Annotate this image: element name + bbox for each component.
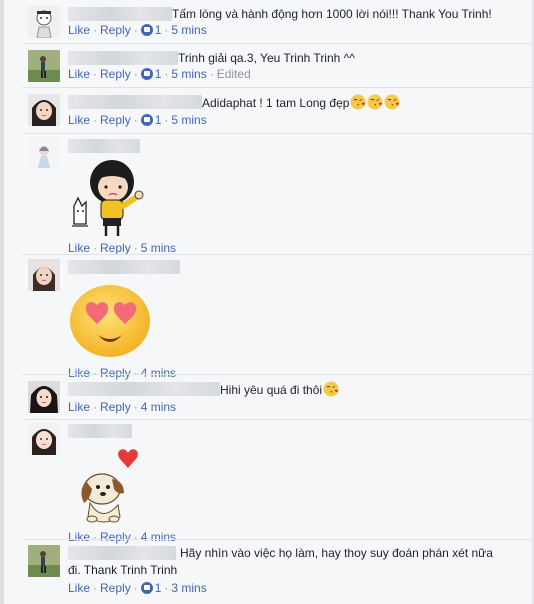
timestamp[interactable]: 5 mins <box>141 241 176 255</box>
divider <box>22 87 532 88</box>
divider <box>22 133 532 134</box>
like-reaction-icon[interactable] <box>140 114 153 126</box>
like-link[interactable]: Like <box>68 23 90 37</box>
reply-link[interactable]: Reply <box>100 67 131 81</box>
timestamp[interactable]: 4 mins <box>141 530 176 544</box>
timestamp[interactable]: 5 mins <box>171 67 206 81</box>
reply-link[interactable]: Reply <box>100 23 131 37</box>
reply-link[interactable]: Reply <box>100 113 131 127</box>
heart-eyes-emoji-icon <box>70 285 150 357</box>
blurred-author-name[interactable] <box>68 260 180 274</box>
avatar[interactable] <box>28 423 60 455</box>
comment-actions: Like · Reply · 1 · 5 mins · Edited <box>68 67 251 81</box>
like-reaction-icon[interactable] <box>140 582 153 594</box>
comment-item: Hihi yêu quá đi thôi Like · Reply · 4 mins <box>28 381 526 417</box>
comment-actions: Like · Reply · 1 · 5 mins <box>68 113 207 127</box>
comment-text: Trinh giải qa.3, Yeu Trinh Trinh ^^ <box>178 51 355 65</box>
reply-link[interactable]: Reply <box>100 530 131 544</box>
divider <box>22 43 532 44</box>
kiss-emoji-icon <box>323 381 339 397</box>
avatar[interactable] <box>28 6 60 38</box>
comment-actions: Like · Reply · 1 · 5 mins <box>68 23 207 37</box>
blurred-author-name[interactable] <box>68 546 176 560</box>
comment-actions: Like · Reply · 4 mins <box>68 366 177 380</box>
comment-item: Hãy nhìn vào việc họ làm, hay thoy suy đ… <box>28 545 526 601</box>
avatar[interactable] <box>28 94 60 126</box>
comment-item: Like · Reply · 4 mins <box>28 259 526 380</box>
kiss-emoji-icon <box>367 94 383 110</box>
avatar[interactable] <box>28 259 60 291</box>
comment-text: Adidaphat ! 1 tam Long đẹp <box>202 96 350 110</box>
comment-item: Adidaphat ! 1 tam Long đẹp Like · Reply · 1 ·… <box>28 94 526 130</box>
like-link[interactable]: Like <box>68 67 90 81</box>
like-link[interactable]: Like <box>68 366 90 380</box>
comment-actions: Like · Reply · 1 · 3 mins <box>68 581 207 595</box>
avatar[interactable] <box>28 545 60 577</box>
comment-actions: Like · Reply · 4 mins <box>68 530 177 544</box>
kiss-emoji-icon <box>350 94 366 110</box>
timestamp[interactable]: 4 mins <box>141 400 176 414</box>
reply-link[interactable]: Reply <box>100 400 131 414</box>
blurred-author-name[interactable] <box>68 51 178 65</box>
like-link[interactable]: Like <box>68 581 90 595</box>
blurred-author-name[interactable] <box>68 424 132 438</box>
like-reaction-icon[interactable] <box>140 24 153 36</box>
avatar[interactable] <box>28 50 60 82</box>
timestamp[interactable]: 4 mins <box>141 366 176 380</box>
divider <box>22 254 532 255</box>
like-reaction-icon[interactable] <box>140 68 153 80</box>
reply-link[interactable]: Reply <box>100 366 131 380</box>
puppy-heart-sticker <box>81 449 138 523</box>
divider <box>22 539 532 540</box>
like-link[interactable]: Like <box>68 530 90 544</box>
divider <box>22 374 532 375</box>
comment-actions: Like · Reply · 4 mins <box>68 400 177 414</box>
reply-link[interactable]: Reply <box>100 581 131 595</box>
avatar[interactable] <box>28 138 60 170</box>
like-link[interactable]: Like <box>68 113 90 127</box>
blurred-author-name[interactable] <box>68 7 172 21</box>
edited-label[interactable]: Edited <box>217 67 251 81</box>
comment-text: Tấm lòng và hành động hơn 1000 lời nói!!… <box>172 7 492 21</box>
blurred-author-name[interactable] <box>68 139 140 153</box>
timestamp[interactable]: 5 mins <box>171 113 206 127</box>
blurred-author-name[interactable] <box>68 382 220 396</box>
like-link[interactable]: Like <box>68 241 90 255</box>
reply-link[interactable]: Reply <box>100 241 131 255</box>
avatar[interactable] <box>28 381 60 413</box>
timestamp[interactable]: 3 mins <box>171 581 206 595</box>
comment-item: Tấm lòng và hành động hơn 1000 lời nói!!… <box>28 6 526 42</box>
girl-sticker <box>72 160 144 236</box>
blurred-author-name[interactable] <box>68 95 202 109</box>
comment-item: Trinh giải qa.3, Yeu Trinh Trinh ^^ Like… <box>28 50 526 86</box>
comment-item: Like · Reply · 5 mins <box>28 138 526 255</box>
comment-item: Like · Reply · 4 mins <box>28 423 526 544</box>
comment-text: Hihi yêu quá đi thôi <box>220 383 323 397</box>
like-link[interactable]: Like <box>68 400 90 414</box>
timestamp[interactable]: 5 mins <box>171 23 206 37</box>
kiss-emoji-icon <box>384 94 400 110</box>
left-border <box>0 0 4 604</box>
divider <box>22 419 532 420</box>
